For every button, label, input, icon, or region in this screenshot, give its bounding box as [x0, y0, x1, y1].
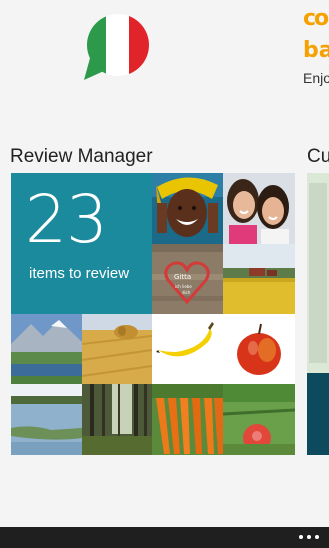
hay-bale-field-photo[interactable] [82, 314, 152, 384]
header: co ba Enjo [0, 0, 329, 110]
lake-shore-photo[interactable] [11, 384, 82, 455]
smiling-woman-photo[interactable] [152, 173, 223, 244]
brand-logo: co ba Enjo [303, 8, 329, 88]
next-section-preview[interactable] [307, 173, 329, 455]
app-bar [0, 527, 329, 548]
review-count-tile[interactable]: 23 items to review [11, 173, 152, 314]
farm-field-photo[interactable] [223, 244, 295, 314]
svg-text:dich: dich [182, 290, 191, 295]
mountain-lake-photo[interactable] [11, 314, 82, 384]
red-apple-photo[interactable] [223, 314, 295, 384]
review-count: 23 [25, 181, 108, 258]
next-section-title[interactable]: Cu [307, 146, 329, 168]
review-grid: 23 items to review Gitta ich liebe dich [11, 173, 295, 455]
brand-logo-bottom: ba [303, 38, 329, 63]
banana-photo[interactable] [152, 314, 223, 384]
brand-tagline: Enjo [303, 70, 329, 86]
svg-text:ich liebe: ich liebe [175, 284, 192, 289]
forest-photo[interactable] [82, 384, 152, 455]
heart-carving-photo[interactable]: Gitta ich liebe dich [152, 244, 223, 314]
garden-tomatoes-photo[interactable] [223, 384, 295, 455]
review-count-label: items to review [29, 265, 130, 282]
heart-carving-text: Gitta [174, 273, 191, 281]
brand-logo-top: co [303, 8, 329, 31]
two-girls-photo[interactable] [223, 173, 295, 244]
carrots-photo[interactable] [152, 384, 223, 455]
ellipsis-icon[interactable] [299, 531, 319, 543]
review-manager-title[interactable]: Review Manager [10, 146, 153, 168]
panorama-titles: Review Manager Cu [0, 146, 329, 170]
italian-flag-speech-bubble-icon [84, 14, 149, 80]
